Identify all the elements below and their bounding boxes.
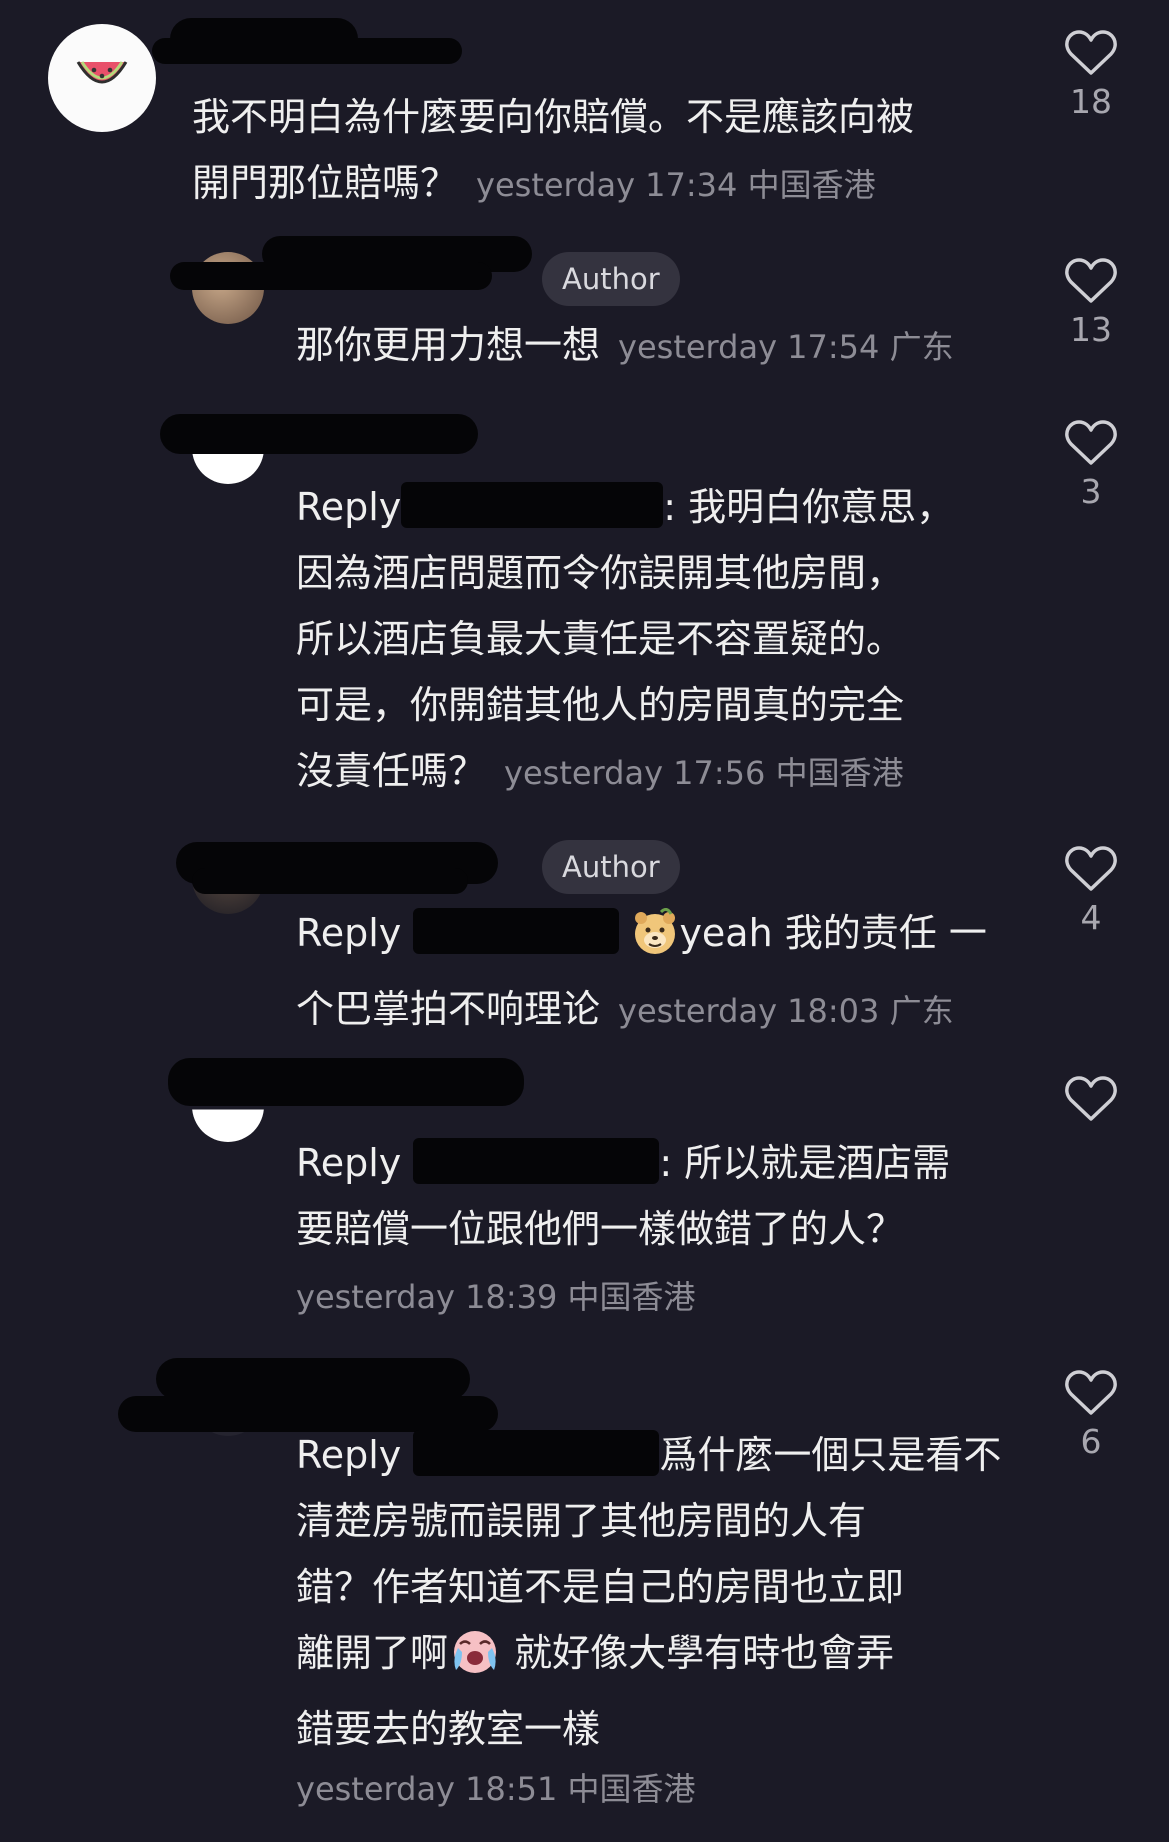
author-badge: Author xyxy=(542,840,680,894)
smiling-bear-emoji xyxy=(631,907,679,976)
heart-outline-icon xyxy=(1065,846,1117,891)
like-count: 18 xyxy=(1070,82,1112,121)
comment-text[interactable]: Reply yeah 我的责任 一 个巴掌拍不响理论 yesterday 18:0… xyxy=(296,900,1016,1044)
comment-meta: yesterday 17:54 广东 xyxy=(618,328,954,366)
like-count: 13 xyxy=(1070,310,1112,349)
redacted-mention xyxy=(401,482,664,528)
like-count: 3 xyxy=(1080,472,1102,511)
comment-meta: yesterday 18:39 中国香港 xyxy=(296,1278,696,1316)
like-button[interactable] xyxy=(1064,1076,1118,1128)
redacted-username xyxy=(156,1358,470,1400)
redacted-username xyxy=(168,1058,524,1106)
heart-outline-icon xyxy=(1065,258,1117,303)
redacted-username xyxy=(192,868,468,894)
avatar[interactable] xyxy=(48,24,156,132)
redacted-mention xyxy=(413,908,620,954)
heart-outline-icon xyxy=(1065,420,1117,465)
comment-text[interactable]: Reply: 我明白你意思， 因為酒店問題而令你誤開其他房間， 所以酒店負最大責… xyxy=(296,474,1016,806)
redacted-mention xyxy=(413,1430,660,1476)
redacted-username xyxy=(160,414,478,454)
heart-outline-icon xyxy=(1065,1076,1117,1121)
like-button[interactable]: 4 xyxy=(1064,846,1118,937)
like-button[interactable]: 3 xyxy=(1064,420,1118,511)
like-button[interactable]: 6 xyxy=(1064,1370,1118,1461)
comment-text[interactable]: Reply 爲什麼一個只是看不 清楚房號而誤開了其他房間的人有 錯？作者知道不是… xyxy=(296,1422,1016,1762)
comment-meta: yesterday 18:03 广东 xyxy=(618,992,954,1030)
comment-text[interactable]: 我不明白為什麼要向你賠償。不是應該向被 開門那位賠嗎？ yesterday 17:… xyxy=(192,84,1032,218)
heart-outline-icon xyxy=(1065,1370,1117,1415)
comment-meta: yesterday 17:56 中国香港 xyxy=(504,754,904,792)
comment-meta: yesterday 17:34 中国香港 xyxy=(476,166,876,204)
redacted-username xyxy=(152,38,462,64)
heart-outline-icon xyxy=(1065,30,1117,75)
like-button[interactable]: 18 xyxy=(1064,30,1118,121)
like-button[interactable]: 13 xyxy=(1064,258,1118,349)
crying-face-emoji xyxy=(448,1624,502,1696)
comment-text[interactable]: Reply : 所以就是酒店需 要賠償一位跟他們一樣做錯了的人？ xyxy=(296,1130,1016,1262)
comment-text[interactable]: 那你更用力想一想 yesterday 17:54 广东 xyxy=(296,312,1016,380)
comment-meta: yesterday 18:51 中国香港 xyxy=(296,1770,696,1808)
redacted-mention xyxy=(413,1138,660,1184)
like-count: 6 xyxy=(1080,1422,1102,1461)
author-badge: Author xyxy=(542,252,680,306)
like-count: 4 xyxy=(1080,898,1102,937)
watermelon-icon xyxy=(76,61,128,84)
redacted-username xyxy=(170,262,492,290)
